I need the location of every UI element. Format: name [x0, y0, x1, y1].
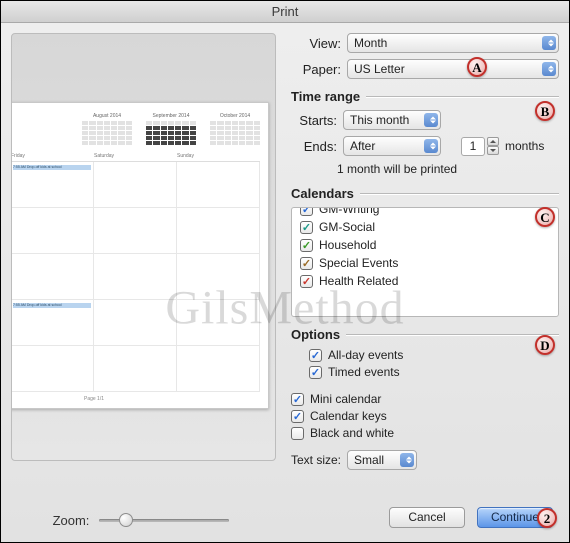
starts-select-value: This month [350, 113, 409, 127]
window-title: Print [1, 1, 569, 23]
checkbox[interactable] [300, 207, 313, 216]
month-grid: Thursday Friday Saturday Sunday 7:55 AM … [11, 153, 260, 392]
calendar-name: GM-Social [319, 220, 375, 234]
paper-select-value: US Letter [354, 62, 405, 76]
months-unit-label: months [505, 139, 544, 153]
mini-calendar-prev: August 2014 [82, 113, 132, 145]
black-and-white-label: Black and white [310, 426, 394, 440]
mini-calendar-next: October 2014 [210, 113, 260, 145]
ends-select-value: After [350, 139, 375, 153]
annotation-marker-2: 2 [537, 508, 557, 528]
updown-arrows-icon [430, 143, 436, 150]
calendar-keys-label: Calendar keys [310, 409, 387, 423]
time-range-summary: 1 month will be printed [337, 162, 559, 176]
calendar-name: Household [319, 238, 376, 252]
settings-panel: View: Month Paper: US Letter Time range … [291, 33, 559, 492]
months-stepper[interactable] [487, 137, 499, 155]
timed-events-label: Timed events [328, 365, 400, 379]
checkbox[interactable] [300, 239, 313, 252]
mini-calendar-label: Mini calendar [310, 392, 381, 406]
calendar-list-item[interactable]: Household [292, 236, 558, 254]
dialog-content: August 2014 September 2014 October 2014 … [1, 23, 569, 542]
annotation-marker-b: B [535, 101, 555, 121]
cancel-button[interactable]: Cancel [389, 507, 465, 528]
calendar-list[interactable]: GM-Writing GM-Social Household Special E… [291, 207, 559, 317]
paper-label: Paper: [291, 62, 341, 77]
divider [360, 193, 559, 194]
starts-label: Starts: [291, 113, 337, 128]
calendar-name: GM-Writing [319, 207, 379, 216]
print-preview-well: August 2014 September 2014 October 2014 … [11, 33, 276, 461]
text-size-label: Text size: [291, 453, 341, 467]
ends-select[interactable]: After [343, 136, 441, 156]
calendar-name: Special Events [319, 256, 398, 270]
all-day-events-label: All-day events [328, 348, 403, 362]
black-and-white-checkbox[interactable] [291, 427, 304, 440]
checkbox[interactable] [300, 275, 313, 288]
checkbox[interactable] [300, 221, 313, 234]
calendar-keys-checkbox[interactable] [291, 410, 304, 423]
view-label: View: [291, 36, 341, 51]
updown-arrows-icon [430, 117, 436, 124]
calendar-list-item[interactable]: GM-Writing [292, 207, 558, 218]
calendar-list-item[interactable]: Special Events [292, 254, 558, 272]
months-count-input[interactable]: 1 [461, 137, 485, 156]
updown-arrows-icon [406, 457, 412, 464]
text-size-select[interactable]: Small [347, 450, 417, 470]
divider [366, 96, 559, 97]
view-select[interactable]: Month [347, 33, 559, 53]
mini-calendar-current: September 2014 [146, 113, 196, 145]
divider [346, 334, 559, 335]
starts-select[interactable]: This month [343, 110, 441, 130]
text-size-value: Small [354, 453, 384, 467]
updown-arrows-icon [548, 66, 554, 73]
preview-page-number: Page 1/1 [11, 396, 260, 402]
section-time-range-label: Time range [291, 89, 360, 104]
section-calendars-label: Calendars [291, 186, 354, 201]
section-options-label: Options [291, 327, 340, 342]
updown-arrows-icon [548, 40, 554, 47]
annotation-marker-c: C [535, 207, 555, 227]
checkbox[interactable] [300, 257, 313, 270]
timed-events-checkbox[interactable] [309, 366, 322, 379]
annotation-marker-d: D [535, 335, 555, 355]
stepper-up-icon[interactable] [487, 137, 499, 146]
zoom-label: Zoom: [53, 513, 90, 528]
calendar-list-item[interactable]: GM-Social [292, 218, 558, 236]
ends-label: Ends: [291, 139, 337, 154]
annotation-marker-a: A [467, 57, 487, 77]
print-preview-page: August 2014 September 2014 October 2014 … [11, 102, 269, 409]
view-select-value: Month [354, 36, 387, 50]
paper-select[interactable]: US Letter [347, 59, 559, 79]
zoom-slider[interactable] [99, 512, 229, 528]
calendar-name: Health Related [319, 274, 398, 288]
all-day-events-checkbox[interactable] [309, 349, 322, 362]
calendar-list-item[interactable]: Health Related [292, 272, 558, 290]
stepper-down-icon[interactable] [487, 146, 499, 155]
slider-thumb[interactable] [119, 513, 133, 527]
mini-calendar-checkbox[interactable] [291, 393, 304, 406]
